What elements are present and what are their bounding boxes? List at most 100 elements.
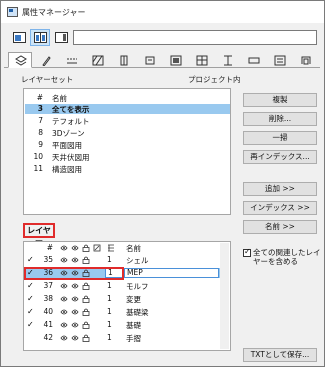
search-input[interactable] bbox=[73, 30, 317, 45]
reindex-button[interactable]: 再インデックス... bbox=[243, 150, 317, 164]
lock-icon[interactable] bbox=[82, 256, 90, 264]
visibility-icon bbox=[60, 245, 68, 251]
building-materials-icon bbox=[170, 55, 182, 66]
row-number: 10 bbox=[33, 152, 43, 161]
panel-view-button[interactable] bbox=[51, 29, 71, 46]
check-icon[interactable]: ✓ bbox=[27, 294, 34, 303]
include-related-label: 全ての関連したレイヤーを含める bbox=[253, 248, 321, 266]
layer-name[interactable]: 基礎 bbox=[126, 320, 141, 331]
row-number: 35 bbox=[43, 255, 53, 264]
tab-operation-profiles[interactable] bbox=[294, 53, 318, 67]
visibility-icon[interactable] bbox=[71, 308, 79, 316]
layer-set-row[interactable]: 8 3Dゾーン bbox=[25, 128, 230, 138]
layer-name-field[interactable]: MEP bbox=[124, 268, 219, 278]
layer-list[interactable]: # 名前 ✓ 35 1 シェル ✓ 36 1 MEP ✓ 37 1 モルフ ✓ … bbox=[23, 241, 231, 351]
title-bar: 属性マネージャー bbox=[1, 1, 324, 23]
name-button[interactable]: 名前 >> bbox=[243, 220, 317, 234]
pen-number[interactable]: 1 bbox=[107, 320, 112, 329]
visibility-icon[interactable] bbox=[71, 256, 79, 264]
lock-icon[interactable] bbox=[82, 282, 90, 290]
pen-number[interactable]: 1 bbox=[107, 307, 112, 316]
layer-name[interactable]: 変更 bbox=[126, 294, 141, 305]
visibility-icon[interactable] bbox=[60, 295, 68, 303]
row-number: 37 bbox=[43, 281, 53, 290]
visibility-icon[interactable] bbox=[71, 295, 79, 303]
visibility-icon[interactable] bbox=[60, 256, 68, 264]
layer-row[interactable]: 42 1 手摺 bbox=[25, 333, 221, 343]
panel-view-icon bbox=[55, 32, 68, 43]
visibility-icon[interactable] bbox=[60, 334, 68, 342]
layer-name[interactable]: 基礎梁 bbox=[126, 307, 149, 318]
visibility-icon[interactable] bbox=[60, 308, 68, 316]
visibility-icon[interactable] bbox=[60, 282, 68, 290]
row-number: 11 bbox=[33, 164, 43, 173]
tab-mep[interactable] bbox=[242, 53, 266, 67]
layer-set-row[interactable]: 9 平面図用 bbox=[25, 140, 230, 150]
delete-button[interactable]: 削除... bbox=[243, 112, 317, 126]
layer-set-row[interactable]: 11 構造図用 bbox=[25, 164, 230, 174]
pen-number[interactable]: 1 bbox=[107, 294, 112, 303]
layer-list-scrollbar[interactable] bbox=[220, 243, 229, 349]
visibility-icon[interactable] bbox=[60, 321, 68, 329]
tab-profiles[interactable] bbox=[138, 53, 162, 67]
tab-surfaces[interactable] bbox=[190, 53, 214, 67]
fills-icon bbox=[92, 55, 104, 66]
split-view-button[interactable] bbox=[30, 29, 50, 46]
check-icon[interactable]: ✓ bbox=[27, 255, 34, 264]
check-icon[interactable]: ✓ bbox=[27, 320, 34, 329]
visibility-icon[interactable] bbox=[71, 321, 79, 329]
visibility-icon[interactable] bbox=[71, 334, 79, 342]
check-icon[interactable]: ✓ bbox=[27, 307, 34, 316]
layer-list-header: # 名前 bbox=[25, 243, 221, 253]
header-name: 名前 bbox=[52, 94, 67, 103]
save-as-txt-button[interactable]: TXTとして保存... bbox=[243, 348, 317, 362]
layer-set-row[interactable]: 10 天井伏図用 bbox=[25, 152, 230, 162]
selected-row-highlight bbox=[24, 267, 124, 280]
layer-row[interactable]: ✓ 35 1 シェル bbox=[25, 255, 221, 265]
layer-set-row[interactable]: 3 全てを表示 bbox=[25, 104, 230, 114]
surfaces-icon bbox=[196, 55, 208, 66]
duplicate-button[interactable]: 複製 bbox=[243, 93, 317, 107]
tab-zones[interactable] bbox=[216, 53, 240, 67]
lock-icon[interactable] bbox=[82, 295, 90, 303]
header-name: 名前 bbox=[126, 244, 141, 253]
add-button[interactable]: 追加 >> bbox=[243, 182, 317, 196]
layer-set-row[interactable]: 7 テフォルト bbox=[25, 116, 230, 126]
layer-row[interactable]: ✓ 38 1 変更 bbox=[25, 294, 221, 304]
layer-row[interactable]: ✓ 41 1 基礎 bbox=[25, 320, 221, 330]
pen-number[interactable]: 1 bbox=[107, 255, 112, 264]
layer-row[interactable]: ✓ 40 1 基礎梁 bbox=[25, 307, 221, 317]
tab-pens[interactable] bbox=[34, 53, 58, 67]
tab-composites[interactable] bbox=[112, 53, 136, 67]
list-view-icon bbox=[13, 32, 26, 43]
row-number: 41 bbox=[43, 320, 53, 329]
check-icon[interactable]: ✓ bbox=[27, 281, 34, 290]
layer-set-header: # 名前 bbox=[25, 93, 230, 103]
list-view-button[interactable] bbox=[9, 29, 29, 46]
tab-fills[interactable] bbox=[86, 53, 110, 67]
layer-set-list[interactable]: # 名前 3 全てを表示 7 テフォルト 8 3Dゾーン 9 平面図用 10 天… bbox=[23, 88, 231, 215]
pen-number[interactable]: 1 bbox=[107, 333, 112, 342]
zones-icon bbox=[224, 55, 232, 66]
layer-name[interactable]: シェル bbox=[126, 255, 149, 266]
markup-icon bbox=[274, 55, 286, 66]
tab-markup[interactable] bbox=[268, 53, 292, 67]
tab-line-types[interactable] bbox=[60, 53, 84, 67]
include-related-checkbox[interactable] bbox=[243, 247, 251, 257]
purge-button[interactable]: 一掃 bbox=[243, 131, 317, 145]
visibility-icon[interactable] bbox=[71, 282, 79, 290]
lock-icon[interactable] bbox=[82, 321, 90, 329]
layer-name[interactable]: モルフ bbox=[126, 281, 149, 292]
layer-name[interactable]: 手摺 bbox=[126, 333, 141, 344]
layer-row[interactable]: ✓ 37 1 モルフ bbox=[25, 281, 221, 291]
tab-layers[interactable] bbox=[8, 52, 32, 68]
pen-number[interactable]: 1 bbox=[107, 281, 112, 290]
lock-icon[interactable] bbox=[82, 308, 90, 316]
row-number: 9 bbox=[38, 140, 43, 149]
index-button[interactable]: インデックス >> bbox=[243, 201, 317, 215]
row-name: 3Dゾーン bbox=[52, 129, 85, 138]
layer-sets-label: レイヤーセット bbox=[21, 75, 74, 84]
lock-icon[interactable] bbox=[82, 334, 90, 342]
tab-building-materials[interactable] bbox=[164, 53, 188, 67]
header-number: # bbox=[36, 93, 43, 102]
